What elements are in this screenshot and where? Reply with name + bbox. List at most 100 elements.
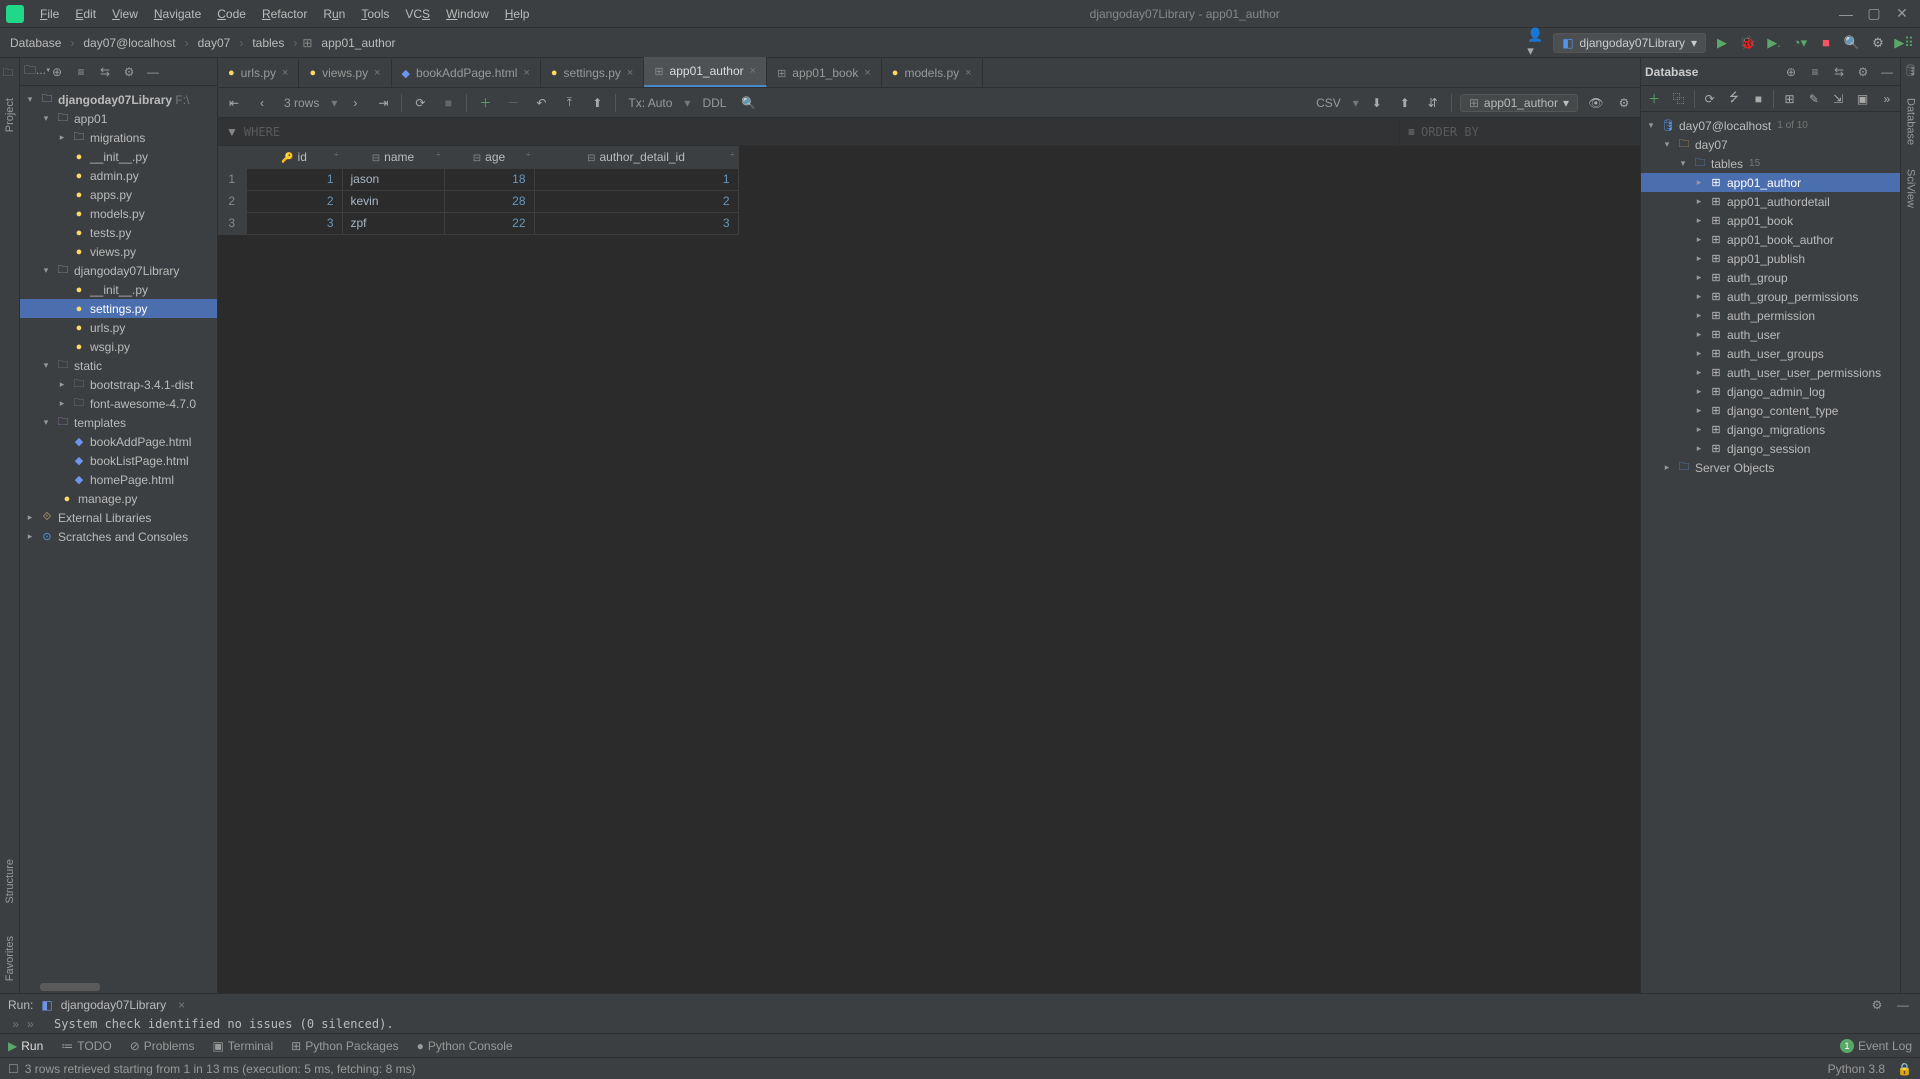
stop-icon[interactable]: ■	[1816, 33, 1836, 53]
tab-close-icon[interactable]: ×	[374, 67, 380, 79]
last-page-icon[interactable]: ⇥	[373, 93, 393, 113]
menu-file[interactable]: File	[32, 3, 67, 25]
close-icon[interactable]: ✕	[1888, 5, 1916, 22]
tree-pkg-urls[interactable]: ●urls.py	[20, 318, 217, 337]
tree-init-py[interactable]: ●__init__.py	[20, 147, 217, 166]
tab-close-icon[interactable]: ×	[282, 67, 288, 79]
gutter-project[interactable]: Project	[4, 94, 16, 136]
expand-all-icon[interactable]: ≡	[72, 65, 90, 79]
view-settings-icon[interactable]: ⚙	[1614, 93, 1634, 113]
db-table[interactable]: ▸⊞auth_group	[1641, 268, 1900, 287]
sync-icon[interactable]: ⭍	[1725, 89, 1743, 109]
db-table[interactable]: ▸⊞auth_user	[1641, 325, 1900, 344]
col-id[interactable]: 🔑id÷	[246, 146, 342, 168]
btab-problems[interactable]: ⊘Problems	[130, 1039, 195, 1053]
tree-app01[interactable]: ▾🗀app01	[20, 109, 217, 128]
db-settings-icon[interactable]: ⚙	[1854, 65, 1872, 79]
menu-edit[interactable]: Edit	[67, 3, 104, 25]
col-name[interactable]: ⊟name÷	[342, 146, 444, 168]
tab-close-icon[interactable]: ×	[864, 67, 870, 79]
collapse-all-icon[interactable]: ⇆	[96, 65, 114, 79]
run-output[interactable]: System check identified no issues (0 sil…	[46, 1015, 1920, 1033]
user-icon[interactable]: 👤▾	[1527, 33, 1547, 53]
db-filter-icon[interactable]: ≡	[1806, 65, 1824, 79]
run-settings-icon[interactable]: ⚙	[1868, 998, 1886, 1012]
crumb-database[interactable]: Database	[6, 34, 65, 52]
menu-tools[interactable]: Tools	[353, 3, 397, 25]
new-datasource-icon[interactable]: ＋	[1645, 89, 1663, 109]
db-table[interactable]: ▸⊞app01_book	[1641, 211, 1900, 230]
tree-fontawesome[interactable]: ▸🗀font-awesome-4.7.0	[20, 394, 217, 413]
menu-help[interactable]: Help	[497, 3, 538, 25]
reload-icon[interactable]: ⟳	[410, 93, 430, 113]
tab-views[interactable]: ●views.py×	[299, 59, 391, 87]
menu-navigate[interactable]: Navigate	[146, 3, 209, 25]
table-row[interactable]: 22kevin282	[218, 190, 738, 212]
run-config-selector[interactable]: ◧ djangoday07Library ▾	[1553, 33, 1706, 53]
hide-panel-icon[interactable]: —	[144, 65, 162, 79]
menu-vcs[interactable]: VCS	[397, 3, 438, 25]
tab-app01-author[interactable]: ⊞app01_author×	[644, 57, 767, 87]
result-grid[interactable]: 🔑id÷ ⊟name÷ ⊟age÷ ⊟author_detail_id÷ 11j…	[218, 146, 1640, 993]
diagram-icon[interactable]: ⇲	[1829, 89, 1847, 109]
crumb-schema[interactable]: day07	[194, 34, 235, 52]
project-scroll-thumb[interactable]	[40, 983, 100, 991]
tree-tmpl-list[interactable]: ◆bookListPage.html	[20, 451, 217, 470]
db-table[interactable]: ▸⊞auth_permission	[1641, 306, 1900, 325]
stop-sync-icon[interactable]: ■	[1749, 89, 1767, 109]
db-table-app01-author[interactable]: ▸⊞app01_author	[1641, 173, 1900, 192]
jump-to-console-icon[interactable]: ⊞	[1780, 89, 1798, 109]
db-datasource[interactable]: ▾🛢day07@localhost1 of 10	[1641, 116, 1900, 135]
btab-pyconsole[interactable]: ●Python Console	[417, 1039, 513, 1053]
tree-tests-py[interactable]: ●tests.py	[20, 223, 217, 242]
tree-templates[interactable]: ▾🗀templates	[20, 413, 217, 432]
search-icon[interactable]: 🔍	[738, 93, 758, 113]
db-table[interactable]: ▸⊞django_admin_log	[1641, 382, 1900, 401]
tx-mode[interactable]: Tx: Auto	[624, 96, 676, 110]
delete-row-icon[interactable]: －	[503, 93, 523, 113]
tree-tmpl-add[interactable]: ◆bookAddPage.html	[20, 432, 217, 451]
tab-close-icon[interactable]: ×	[750, 65, 756, 77]
tree-external-libs[interactable]: ▸⟐External Libraries	[20, 508, 217, 527]
btab-pypackages[interactable]: ⊞Python Packages	[291, 1039, 398, 1053]
menu-window[interactable]: Window	[438, 3, 497, 25]
prev-page-icon[interactable]: ‹	[252, 93, 272, 113]
tree-manage[interactable]: ●manage.py	[20, 489, 217, 508]
tree-pkg-settings[interactable]: ●settings.py	[20, 299, 217, 318]
database-gutter-icon[interactable]: 🛢	[1904, 64, 1918, 78]
console-icon[interactable]: ▣	[1853, 89, 1871, 109]
btab-terminal[interactable]: ▣Terminal	[212, 1039, 273, 1053]
gutter-structure[interactable]: Structure	[4, 855, 16, 908]
table-row[interactable]: 33zpf223	[218, 212, 738, 234]
db-table[interactable]: ▸⊞app01_authordetail	[1641, 192, 1900, 211]
btab-todo[interactable]: ≔TODO	[61, 1039, 111, 1053]
db-collapse-icon[interactable]: ⇆	[1830, 65, 1848, 79]
run-tab-close-icon[interactable]: ×	[178, 998, 185, 1012]
maximize-icon[interactable]: ▢	[1860, 5, 1888, 22]
compare-icon[interactable]: ⇵	[1423, 93, 1443, 113]
coverage-icon[interactable]: ▶.	[1764, 33, 1784, 53]
menu-view[interactable]: View	[104, 3, 146, 25]
tab-close-icon[interactable]: ×	[523, 67, 529, 79]
tab-bookadd[interactable]: ◆bookAddPage.html×	[392, 59, 541, 87]
btab-event-log[interactable]: 1Event Log	[1840, 1039, 1912, 1053]
minimize-icon[interactable]: —	[1832, 6, 1860, 22]
db-schema[interactable]: ▾🗀day07	[1641, 135, 1900, 154]
profile-icon[interactable]: ◔▾	[1790, 33, 1810, 53]
tab-urls[interactable]: ●urls.py×	[218, 59, 299, 87]
first-page-icon[interactable]: ⇤	[224, 93, 244, 113]
status-lock-icon[interactable]: 🔒	[1897, 1062, 1912, 1076]
table-row[interactable]: 11jason181	[218, 168, 738, 190]
col-age[interactable]: ⊟age÷	[444, 146, 534, 168]
crumb-tables[interactable]: tables	[248, 34, 288, 52]
project-window-icon[interactable]: 🗀	[3, 64, 17, 78]
crumb-datasource[interactable]: day07@localhost	[79, 34, 179, 52]
tree-admin-py[interactable]: ●admin.py	[20, 166, 217, 185]
db-table[interactable]: ▸⊞auth_group_permissions	[1641, 287, 1900, 306]
project-view-selector[interactable]: 🗀...▾	[24, 61, 42, 82]
submit-icon[interactable]: ⬆	[587, 93, 607, 113]
tree-static[interactable]: ▾🗀static	[20, 356, 217, 375]
tree-apps-py[interactable]: ●apps.py	[20, 185, 217, 204]
db-hide-icon[interactable]: —	[1878, 65, 1896, 79]
status-info-icon[interactable]: ☐	[8, 1062, 19, 1076]
